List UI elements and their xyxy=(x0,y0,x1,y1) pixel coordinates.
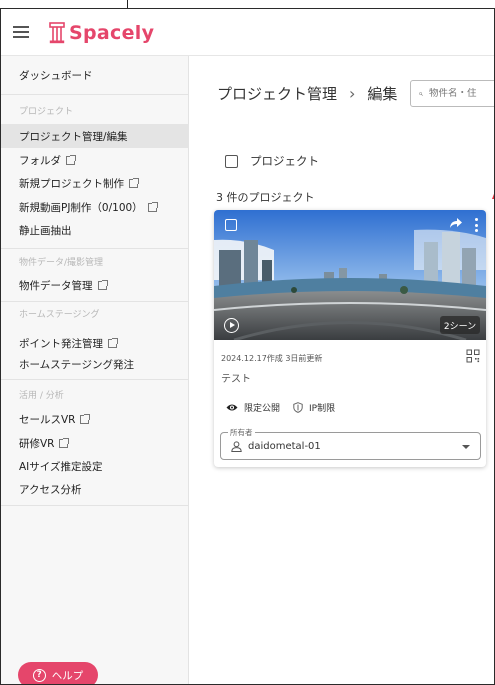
sidebar-item-label: 新規プロジェクト制作 xyxy=(19,177,124,190)
external-link-icon xyxy=(108,337,118,348)
sidebar-item-label: ホームステージング発注 xyxy=(19,358,134,371)
sidebar-item-folder[interactable]: フォルダ xyxy=(1,148,189,172)
app-window: Spacely ダッシュボード プロジェクト プロジェクト管理/編集 フォルダ … xyxy=(0,8,495,685)
search-input[interactable] xyxy=(429,88,494,99)
sidebar-divider xyxy=(1,301,189,302)
sidebar-item-still-extract[interactable]: 静止画抽出 xyxy=(1,218,189,242)
project-title: テスト xyxy=(221,374,251,385)
project-count: 3 件のプロジェクト xyxy=(216,191,315,204)
sidebar-section-usage: 活用 / 分析 xyxy=(19,391,64,401)
sidebar-item-label: セールスVR xyxy=(19,413,76,426)
visibility-badge: 限定公開 xyxy=(226,401,280,414)
select-all-checkbox[interactable]: プロジェクト xyxy=(225,153,319,169)
sidebar-divider xyxy=(1,379,189,380)
search-icon xyxy=(419,91,423,96)
owner-select[interactable]: 所有者 daidometal-01 xyxy=(220,427,481,460)
sidebar-item-sales-vr[interactable]: セールスVR xyxy=(1,407,189,431)
external-link-icon xyxy=(80,413,91,424)
chevron-down-icon xyxy=(462,445,470,449)
sidebar-divider xyxy=(1,94,189,95)
window-top-edge xyxy=(0,0,495,8)
ip-restriction-label: IP制限 xyxy=(309,404,336,414)
external-link-icon xyxy=(147,201,158,212)
sidebar-item-label: フォルダ xyxy=(19,154,61,167)
user-icon xyxy=(231,441,242,452)
sidebar-item-new-project[interactable]: 新規プロジェクト制作 xyxy=(1,171,189,195)
brand-name: Spacely xyxy=(69,22,155,44)
sidebar-item-label: 静止画抽出 xyxy=(19,224,72,237)
spacely-logo-icon xyxy=(49,22,65,44)
help-button[interactable]: ? ヘルプ xyxy=(18,662,98,684)
sidebar-item-label: 新規動画PJ制作（0/100） xyxy=(19,201,143,214)
eye-icon xyxy=(226,404,238,411)
main-content: プロジェクト管理 › 編集 プロジェクト 3 件のプロジェクト xyxy=(190,56,494,684)
visibility-label: 限定公開 xyxy=(244,404,281,414)
owner-value: daidometal-01 xyxy=(231,441,321,452)
sidebar-item-property-data[interactable]: 物件データ管理 xyxy=(1,273,189,297)
app-logo[interactable]: Spacely xyxy=(49,19,154,47)
sidebar-item-project-management[interactable]: プロジェクト管理/編集 xyxy=(1,124,189,148)
project-thumbnail[interactable]: 2シーン xyxy=(214,210,486,340)
help-icon: ? xyxy=(32,668,46,682)
sidebar-item-label: ダッシュボード xyxy=(19,69,93,82)
project-badges: 限定公開 IP制限 xyxy=(226,401,348,414)
checkbox-icon xyxy=(225,154,238,168)
sidebar-item-label: プロジェクト管理/編集 xyxy=(19,130,128,143)
external-link-icon xyxy=(129,177,139,188)
sidebar-item-access-analytics[interactable]: アクセス分析 xyxy=(1,477,189,501)
external-link-icon xyxy=(59,437,70,448)
sidebar-divider xyxy=(1,248,189,249)
sidebar-item-label: 研修VR xyxy=(19,437,55,450)
sidebar-item-training-vr[interactable]: 研修VR xyxy=(1,431,189,455)
qr-code-icon[interactable] xyxy=(466,349,480,363)
sidebar-section-property: 物件データ/撮影管理 xyxy=(19,258,104,268)
external-link-icon xyxy=(97,279,108,290)
scene-count-badge: 2シーン xyxy=(440,316,480,334)
owner-field-label: 所有者 xyxy=(228,427,255,438)
breadcrumb-separator: › xyxy=(349,84,356,103)
play-icon[interactable] xyxy=(224,318,239,333)
shield-icon xyxy=(293,402,303,413)
ip-restriction-badge: IP制限 xyxy=(293,401,335,414)
search-box[interactable] xyxy=(410,80,494,107)
sidebar-divider xyxy=(1,505,189,506)
sidebar-item-label: 物件データ管理 xyxy=(19,279,93,292)
breadcrumb-current: 編集 xyxy=(367,85,398,103)
sidebar-section-staging: ホームステージング xyxy=(19,310,100,320)
breadcrumb: プロジェクト管理 › 編集 xyxy=(217,83,397,104)
sidebar-item-label: アクセス分析 xyxy=(19,483,82,496)
owner-name: daidometal-01 xyxy=(248,441,321,452)
help-button-label: ヘルプ xyxy=(51,669,84,682)
sidebar-item-label: AIサイズ推定設定 xyxy=(19,460,103,473)
card-select-checkbox[interactable] xyxy=(225,219,237,231)
external-link-icon xyxy=(66,154,76,165)
sidebar-section-project: プロジェクト xyxy=(19,107,74,117)
sidebar-item-ai-size-settings[interactable]: AIサイズ推定設定 xyxy=(1,454,189,478)
breadcrumb-root[interactable]: プロジェクト管理 xyxy=(217,83,337,104)
sidebar-item-dashboard[interactable]: ダッシュボード xyxy=(1,63,189,87)
share-icon[interactable] xyxy=(449,217,463,229)
sidebar-item-new-video-project[interactable]: 新規動画PJ制作（0/100） xyxy=(1,195,189,219)
project-dates: 2024.12.17作成 3日前更新 xyxy=(221,354,323,363)
sidebar-item-home-staging-order[interactable]: ホームステージング発注 xyxy=(1,352,189,376)
scroll-indicator xyxy=(492,193,494,199)
menu-icon[interactable] xyxy=(13,26,29,38)
more-options-icon[interactable] xyxy=(475,218,479,235)
select-all-label: プロジェクト xyxy=(250,154,319,168)
sidebar: ダッシュボード プロジェクト プロジェクト管理/編集 フォルダ 新規プロジェクト… xyxy=(1,56,189,684)
sidebar-item-label: ポイント発注管理 xyxy=(19,337,103,350)
app-header: Spacely xyxy=(1,9,494,56)
project-card[interactable]: 2シーン 2024.12.17作成 3日前更新 テスト 限定公開 IP制限 所有… xyxy=(214,210,486,467)
